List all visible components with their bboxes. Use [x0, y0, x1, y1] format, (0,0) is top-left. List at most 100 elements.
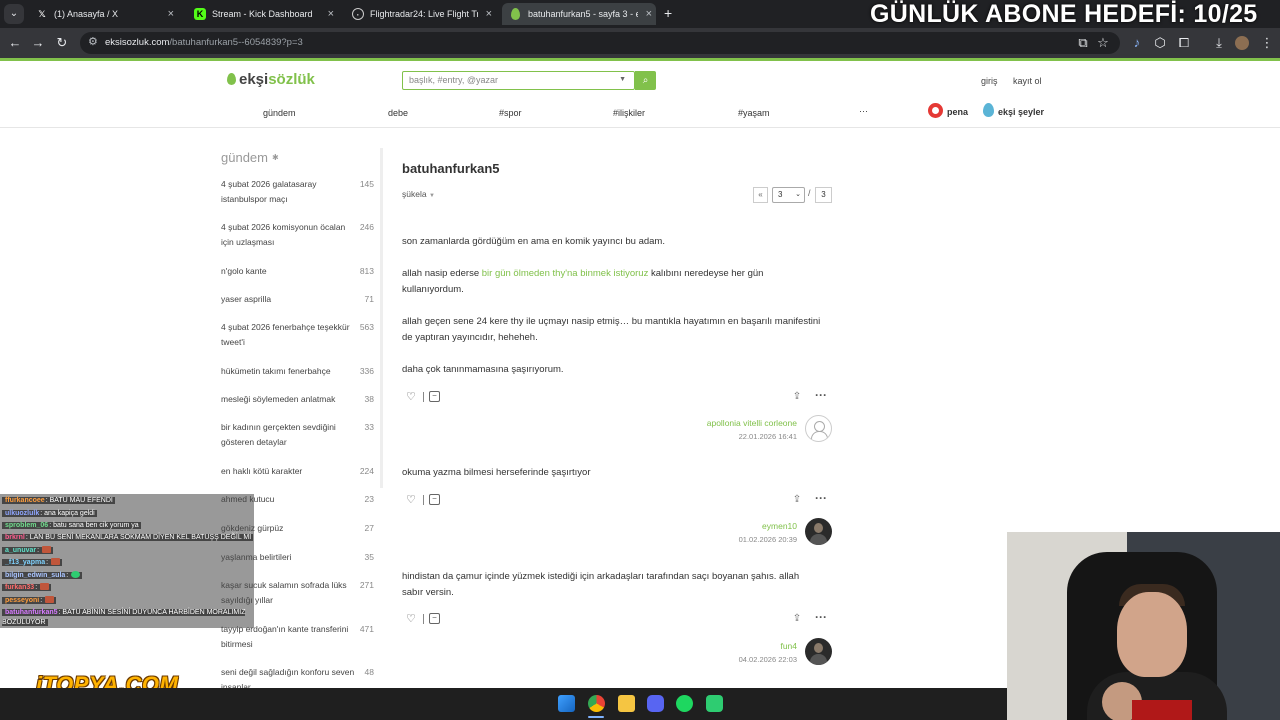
sidebar-item[interactable]: bir kadının gerçekten sevdiğini gösteren… [221, 420, 356, 450]
collapse-icon[interactable]: − [429, 613, 440, 624]
more-options-icon[interactable]: ··· [815, 611, 830, 625]
sidebar-item-count: 271 [359, 580, 374, 590]
download-icon[interactable]: ⤓ [1210, 34, 1228, 52]
search-options-chevron-icon[interactable]: ▼ [619, 76, 626, 83]
eksi-seyler-icon[interactable] [983, 103, 994, 117]
chat-message: pesseyoni: [2, 596, 57, 606]
close-icon[interactable]: × [646, 3, 652, 25]
sidebar-title[interactable]: gündem ✱ [221, 150, 279, 165]
site-logo[interactable]: ekşisözlük [227, 71, 315, 88]
sort-dropdown[interactable]: şükela ▼ [402, 189, 435, 199]
share-icon[interactable]: ⇪ [791, 494, 803, 506]
pager-last-button[interactable]: 3 [815, 187, 832, 203]
topic-title[interactable]: batuhanfurkan5 [402, 161, 500, 176]
entry-text: allah nasip ederse [402, 268, 482, 279]
url-path: /batuhanfurkan5--6054839?p=3 [169, 37, 303, 48]
pager-slash: / [808, 188, 811, 198]
pena-link[interactable]: pena [947, 107, 968, 117]
tab-flightradar[interactable]: · Flightradar24: Live Flight Tracke × [344, 3, 496, 25]
entry-date[interactable]: 22.01.2026 16:41 [739, 432, 797, 441]
windows-start-icon[interactable] [558, 695, 575, 712]
sidebar-item[interactable]: 4 şubat 2026 komisyonun öcalan için uzla… [221, 220, 356, 250]
search-button[interactable]: ⌕ [635, 71, 656, 90]
sidebar-item[interactable]: n'golo kante [221, 264, 356, 279]
pager-prev-button[interactable]: « [753, 187, 768, 203]
close-icon[interactable]: × [168, 3, 174, 25]
entry-date[interactable]: 04.02.2026 22:03 [739, 655, 797, 664]
avatar[interactable] [805, 518, 832, 545]
entry-author[interactable]: fun4 [780, 641, 797, 651]
profile-avatar[interactable] [1235, 36, 1249, 50]
nav-spor[interactable]: #spor [499, 108, 522, 118]
avatar[interactable] [805, 638, 832, 665]
chat-message: a_unuvar: [2, 546, 54, 556]
sidebar-item[interactable]: mesleği söylemeden anlatmak [221, 392, 356, 407]
more-options-icon[interactable]: ··· [815, 389, 830, 403]
chat-username: batuhanfurkan5 [5, 609, 58, 616]
tab-eksi[interactable]: batuhanfurkan5 - sayfa 3 - ekşi × [502, 3, 656, 25]
sidebar-item-count: 38 [364, 394, 374, 404]
share-icon[interactable]: ⇪ [791, 391, 803, 403]
media-icon[interactable]: ♪ [1128, 34, 1146, 52]
entry-bkz-link[interactable]: bir gün ölmeden thy'na binmek istiyoruz [482, 268, 649, 279]
new-tab-button[interactable]: + [664, 4, 672, 22]
sidebar-item[interactable]: 4 şubat 2026 galatasaray istanbulspor ma… [221, 177, 356, 207]
entry-author[interactable]: apollonia vitelli corleone [707, 418, 797, 428]
logo-prefix: ekşi [239, 71, 269, 88]
spotify-icon[interactable] [676, 695, 693, 712]
menu-icon[interactable]: ⋮ [1258, 34, 1276, 52]
close-icon[interactable]: × [486, 3, 492, 25]
search-input[interactable]: başlık, #entry, @yazar ▼ [402, 71, 635, 90]
tab-x[interactable]: 𝕏 (1) Anasayfa / X × [28, 3, 178, 25]
chat-message: furkan33: [2, 583, 52, 593]
file-explorer-icon[interactable] [618, 695, 635, 712]
more-options-icon[interactable]: ··· [815, 492, 830, 506]
url-host: eksisozluk.com [105, 37, 170, 48]
tab-label: (1) Anasayfa / X [54, 9, 119, 19]
entry-paragraph: allah geçen sene 24 kere thy ile uçmayı … [402, 316, 821, 343]
nav-more[interactable]: ··· [859, 106, 868, 116]
nav-gundem[interactable]: gündem [263, 108, 296, 118]
site-info-icon[interactable]: ⚙ [88, 35, 98, 48]
bookmark-star-icon[interactable]: ☆ [1094, 34, 1112, 52]
avatar[interactable] [805, 415, 832, 442]
favorite-heart-icon[interactable]: ♡ [406, 391, 418, 403]
pager-page-select[interactable]: 3 ⌄ [772, 187, 805, 203]
collapse-icon[interactable]: − [429, 494, 440, 505]
sidebar-item[interactable]: en haklı kötü karakter [221, 464, 356, 479]
chrome-icon[interactable] [588, 695, 605, 712]
puzzle-icon[interactable]: ⧠ [1175, 34, 1193, 52]
register-link[interactable]: kayıt ol [1013, 76, 1042, 86]
login-link[interactable]: giriş [981, 76, 998, 86]
back-icon[interactable]: ← [6, 34, 24, 52]
tab-search-icon[interactable]: ⌄ [4, 4, 24, 24]
tab-kick[interactable]: K Stream - Kick Dashboard × [186, 3, 338, 25]
nav-yasam[interactable]: #yaşam [738, 108, 770, 118]
sidebar-item[interactable]: hükümetin takımı fenerbahçe [221, 364, 356, 379]
collapse-icon[interactable]: − [429, 391, 440, 402]
gear-icon[interactable]: ✱ [272, 153, 279, 162]
reload-icon[interactable]: ↻ [53, 34, 71, 52]
pena-icon[interactable] [928, 103, 943, 118]
sidebar-item-count: 48 [364, 667, 374, 677]
close-icon[interactable]: × [328, 3, 334, 25]
sidebar-item[interactable]: yaser asprilla [221, 292, 356, 307]
favorite-heart-icon[interactable]: ♡ [406, 494, 418, 506]
extension-icon[interactable]: ⬡ [1151, 34, 1169, 52]
discord-icon[interactable] [647, 695, 664, 712]
sidebar-item[interactable]: 4 şubat 2026 fenerbahçe teşekkür tweet'i [221, 320, 356, 350]
favorite-heart-icon[interactable]: ♡ [406, 613, 418, 625]
eksi-seyler-link[interactable]: ekşi şeyler [998, 107, 1044, 117]
app-icon[interactable] [706, 695, 723, 712]
nav-iliskiler[interactable]: #ilişkiler [613, 108, 645, 118]
sidebar-scrollbar[interactable] [380, 148, 383, 488]
install-icon[interactable]: ⧉ [1074, 34, 1092, 52]
forward-icon[interactable]: → [29, 34, 47, 52]
url-input[interactable]: ⚙ eksisozluk.com/batuhanfurkan5--6054839… [80, 32, 1120, 54]
entry-date[interactable]: 01.02.2026 20:39 [739, 535, 797, 544]
subscriber-goal-overlay: GÜNLÜK ABONE HEDEFİ: 10/25 [870, 0, 1258, 28]
nav-debe[interactable]: debe [388, 108, 408, 118]
sidebar-item-count: 145 [359, 179, 374, 189]
entry-author[interactable]: eymen10 [762, 521, 797, 531]
share-icon[interactable]: ⇪ [791, 613, 803, 625]
